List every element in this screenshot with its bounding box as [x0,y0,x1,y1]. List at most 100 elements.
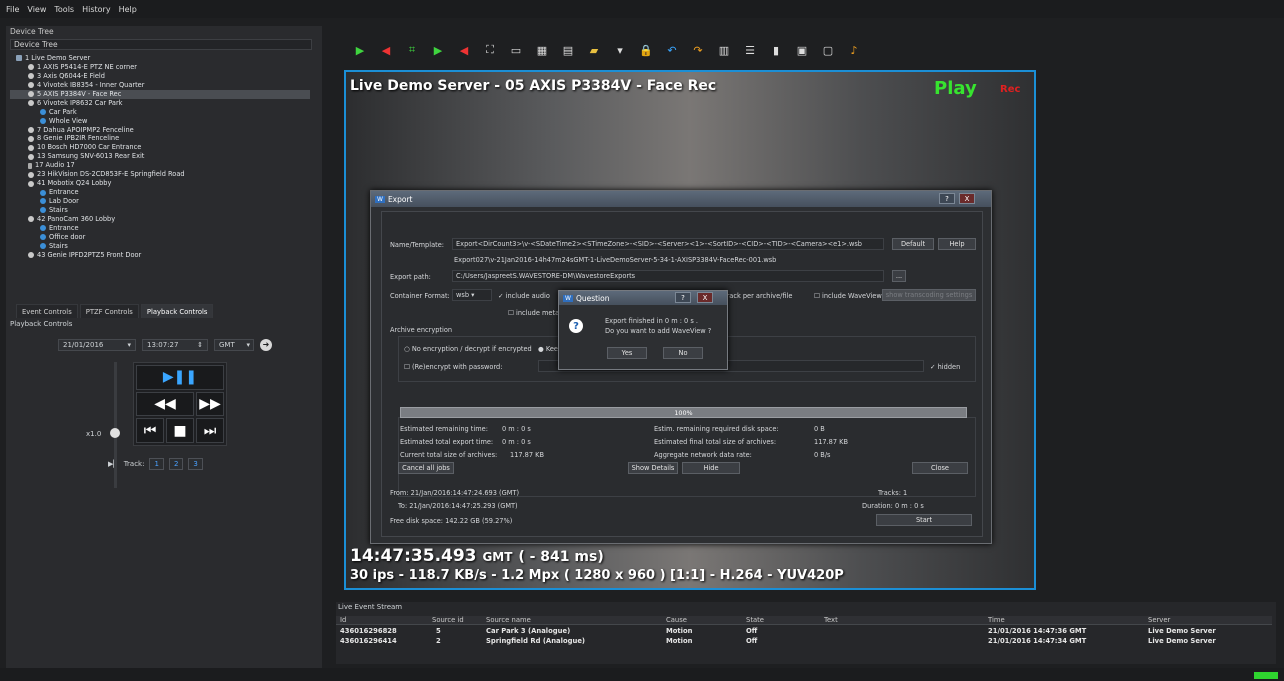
tree-item[interactable]: 42 PanoCam 360 Lobby [10,215,310,224]
fullscreen-icon[interactable]: ⛶ [482,42,498,58]
cancel-jobs-button[interactable]: Cancel all jobs [398,462,454,474]
col-text[interactable]: Text [824,616,838,624]
col-state[interactable]: State [746,616,764,624]
snapshot-icon[interactable]: ▤ [560,42,576,58]
export-path-field[interactable]: C:/Users/JaspreetS.WAVESTORE-DM\Wavestor… [452,270,884,282]
tree-item[interactable]: 43 Genie IPFD2PTZ5 Front Door [10,251,310,260]
panel-icon[interactable]: ▣ [794,42,810,58]
yes-button[interactable]: Yes [607,347,647,359]
track-3-button[interactable]: 3 [188,458,203,470]
play-back-icon[interactable]: ◀ [378,42,394,58]
question-close-button[interactable]: X [697,292,713,303]
tab-playback-controls[interactable]: Playback Controls [140,304,214,318]
monitor-icon[interactable]: ▭ [508,42,524,58]
tree-item[interactable]: 8 Genie IPB2IR Fenceline [10,134,310,143]
menu-tools[interactable]: Tools [54,5,74,14]
reencrypt-checkbox[interactable]: ☐ (Re)encrypt with password: [404,363,502,371]
help-button[interactable]: ? [939,193,955,204]
tree-item[interactable]: 4 Vivotek IB8354 - Inner Quarter [10,81,310,90]
table-row[interactable]: 436016296414 2 Springfield Rd (Analogue)… [336,637,1272,646]
tree-item[interactable]: 17 Audio 17 [10,161,310,170]
stop-button[interactable]: ■ [166,418,194,443]
step-back-icon[interactable]: ◀ [456,42,472,58]
undo-icon[interactable]: ↶ [664,42,680,58]
play-pause-button[interactable]: ▶❚❚ [136,365,224,390]
col-server[interactable]: Server [1148,616,1170,624]
dropdown-icon[interactable]: ▾ [612,42,628,58]
tree-item[interactable]: Car Park [10,108,310,117]
timezone-select[interactable]: GMT ▾ [214,338,254,351]
tree-item[interactable]: 6 Vivotek IP8632 Car Park [10,99,310,108]
tree-item[interactable]: Stairs [10,242,310,251]
rewind-button[interactable]: ◀◀ [136,391,194,417]
folder-icon[interactable]: ▰ [586,42,602,58]
tab-event-controls[interactable]: Event Controls [16,304,78,318]
default-button[interactable]: Default [892,238,934,250]
tree-item[interactable]: Office door [10,233,310,242]
hide-button[interactable]: Hide [682,462,740,474]
tree-item[interactable]: 3 Axis Q6044-E Field [10,72,310,81]
tree-item[interactable]: 7 Dahua APOIPMP2 Fenceline [10,126,310,135]
tree-item[interactable]: Entrance [10,224,310,233]
skip-end-button[interactable]: ⏭ [196,418,224,443]
layout-icon[interactable]: ▥ [716,42,732,58]
table-row[interactable]: 436016296828 5 Car Park 3 (Analogue) Mot… [336,627,1272,636]
menu-file[interactable]: File [6,5,19,14]
tree-item[interactable]: 1 Live Demo Server [10,54,310,63]
container-format-select[interactable]: wsb ▾ [452,289,492,301]
include-audio-checkbox[interactable]: ✓ include audio [498,292,550,300]
question-help-button[interactable]: ? [675,292,691,303]
tree-item[interactable]: Lab Door [10,197,310,206]
date-picker[interactable]: 21/01/2016 ▾ [58,338,136,351]
tree-item[interactable]: Whole View [10,117,310,126]
slider-handle[interactable] [110,428,120,438]
help-doc-button[interactable]: Help [938,238,976,250]
col-id[interactable]: Id [340,616,346,624]
tree-item[interactable]: 41 Mobotix Q24 Lobby [10,179,310,188]
fast-forward-button[interactable]: ▶▶ [196,391,224,417]
col-source-name[interactable]: Source name [486,616,531,624]
start-button[interactable]: Start [876,514,972,526]
step-forward-icon[interactable]: ▶ [430,42,446,58]
no-encryption-radio[interactable]: ○ No encryption / decrypt if encrypted [404,345,532,353]
transcoding-button[interactable]: show transcoding settings [882,289,976,301]
grid-icon[interactable]: ▦ [534,42,550,58]
track-play-icon[interactable]: ▶▏ [108,460,119,468]
equalizer-icon[interactable]: ▮ [768,42,784,58]
hidden-checkbox[interactable]: ✓ hidden [930,363,960,371]
no-button[interactable]: No [663,347,703,359]
play-forward-icon[interactable]: ▶ [352,42,368,58]
menu-help[interactable]: Help [119,5,137,14]
device-tree-combo[interactable]: Device Tree [10,39,312,50]
go-arrow-icon[interactable]: ➜ [260,338,272,351]
col-cause[interactable]: Cause [666,616,687,624]
mic-icon[interactable]: ♪ [846,42,862,58]
close-dialog-button[interactable]: Close [912,462,968,474]
include-waveview-checkbox[interactable]: ☐ include WaveView [814,292,882,300]
track-1-button[interactable]: 1 [149,458,164,470]
tab-ptzf-controls[interactable]: PTZF Controls [79,304,139,318]
col-source-id[interactable]: Source id [432,616,464,624]
col-time[interactable]: Time [988,616,1005,624]
track-per-file-label[interactable]: track per archive/file [724,292,792,300]
list-icon[interactable]: ☰ [742,42,758,58]
show-details-button[interactable]: Show Details [628,462,678,474]
tree-item[interactable]: Entrance [10,188,310,197]
tree-item[interactable]: 5 AXIS P3384V - Face Rec [10,89,310,99]
tree-item[interactable]: 1 AXIS P5414-E PTZ NE corner [10,63,310,72]
lock-icon[interactable]: 🔒 [638,42,654,58]
track-2-button[interactable]: 2 [168,458,184,470]
menu-view[interactable]: View [27,5,46,14]
tree-item[interactable]: 13 Samsung SNV-6013 Rear Exit [10,152,310,161]
menu-history[interactable]: History [82,5,110,14]
skip-start-button[interactable]: ⏮ [136,418,164,443]
tree-item[interactable]: Stairs [10,206,310,215]
time-spinner[interactable]: 13:07:27 ⇕ [142,338,208,351]
keep-radio[interactable]: ● Kee [538,345,558,353]
close-button[interactable]: X [959,193,975,204]
browse-button[interactable]: ... [892,270,906,282]
name-template-field[interactable]: Export<DirCount3>\v-<SDateTime2><STimeZo… [452,238,884,250]
tree-item[interactable]: 23 HikVision DS-2CD853F-E Springfield Ro… [10,170,310,179]
tree-item[interactable]: 10 Bosch HD7000 Car Entrance [10,143,310,152]
fence-icon[interactable]: ⌗ [404,42,420,58]
